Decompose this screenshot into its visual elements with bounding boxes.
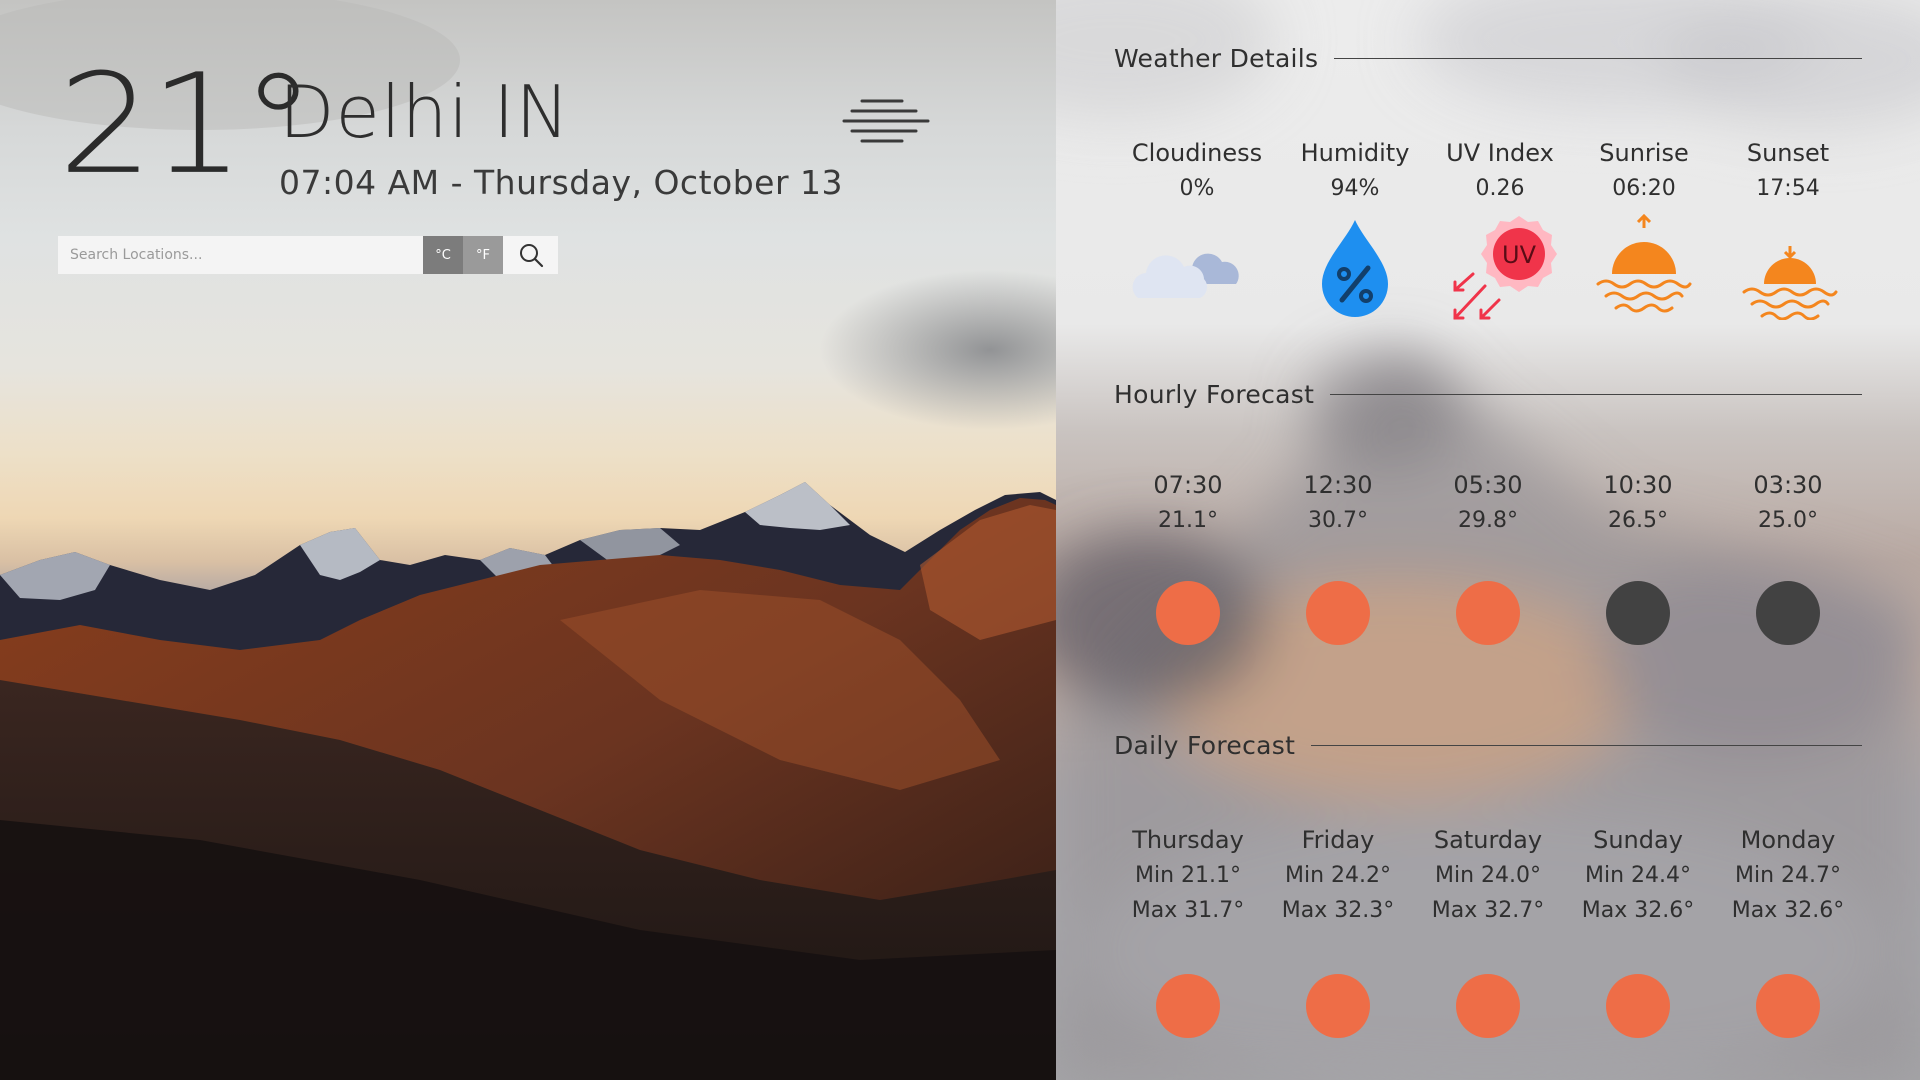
hourly-temp: 25.0°	[1758, 508, 1818, 533]
daily-day: Monday	[1740, 826, 1836, 854]
hourly-time: 10:30	[1603, 471, 1673, 499]
fahrenheit-button[interactable]: °F	[463, 236, 503, 274]
daily-max: Max 32.6°	[1581, 898, 1695, 923]
hourly-forecast-header: Hourly Forecast	[1114, 380, 1862, 409]
detail-label: Cloudiness	[1131, 139, 1263, 167]
weather-panel: Weather Details Cloudiness 0% Humidity 9…	[1056, 0, 1920, 1080]
daily-min: Min 24.4°	[1584, 863, 1691, 888]
daily-min: Min 24.2°	[1284, 863, 1391, 888]
hourly-temp: 26.5°	[1608, 508, 1668, 533]
hourly-item: 12:30 30.7°	[1263, 473, 1413, 532]
cloud-icon	[1132, 253, 1239, 298]
detail-value: 0%	[1179, 176, 1215, 201]
hourly-time: 05:30	[1453, 471, 1523, 499]
hourly-night-icon	[1756, 581, 1820, 645]
current-temperature: 21°	[58, 44, 316, 206]
hourly-item: 03:30 25.0°	[1713, 473, 1863, 532]
section-title: Weather Details	[1114, 44, 1319, 73]
hourly-day-icon	[1306, 581, 1370, 645]
search-input[interactable]	[58, 236, 423, 274]
weather-details-header: Weather Details	[1114, 44, 1862, 73]
section-title: Daily Forecast	[1114, 731, 1296, 760]
divider	[1334, 58, 1862, 59]
section-title: Hourly Forecast	[1114, 380, 1315, 409]
svg-text:UV: UV	[1502, 241, 1537, 269]
sunset-icon	[1742, 246, 1838, 320]
search-icon	[519, 244, 543, 268]
fog-haze-icon	[842, 99, 930, 143]
daily-day: Thursday	[1132, 826, 1244, 854]
hourly-temp: 21.1°	[1158, 508, 1218, 533]
daily-day: Sunday	[1593, 826, 1683, 854]
detail-label: Humidity	[1300, 139, 1410, 167]
detail-uv-index: UV Index 0.26	[1425, 141, 1575, 200]
daily-item: Thursday Min 21.1° Max 31.7°	[1113, 828, 1263, 922]
detail-value: 17:54	[1756, 176, 1820, 201]
humidity-drop-icon	[1322, 220, 1388, 317]
detail-label: UV Index	[1446, 139, 1554, 167]
daily-day: Friday	[1301, 826, 1375, 854]
hourly-temp: 30.7°	[1308, 508, 1368, 533]
daily-min: Min 24.0°	[1434, 863, 1541, 888]
detail-value: 0.26	[1475, 176, 1525, 201]
uv-sun-icon: UV	[1453, 216, 1557, 320]
detail-label: Sunrise	[1599, 139, 1689, 167]
hourly-item: 07:30 21.1°	[1113, 473, 1263, 532]
daily-max: Max 32.3°	[1281, 898, 1395, 923]
sunrise-icon	[1596, 214, 1692, 313]
detail-label: Sunset	[1746, 139, 1830, 167]
divider	[1311, 745, 1862, 746]
detail-cloudiness: Cloudiness 0%	[1122, 141, 1272, 200]
daily-item: Friday Min 24.2° Max 32.3°	[1263, 828, 1413, 922]
daily-weather-icon	[1456, 974, 1520, 1038]
daily-item: Sunday Min 24.4° Max 32.6°	[1563, 828, 1713, 922]
daily-weather-icon	[1156, 974, 1220, 1038]
hourly-item: 05:30 29.8°	[1413, 473, 1563, 532]
daily-min: Min 24.7°	[1734, 863, 1841, 888]
daily-item: Saturday Min 24.0° Max 32.7°	[1413, 828, 1563, 922]
daily-weather-icon	[1606, 974, 1670, 1038]
detail-humidity: Humidity 94%	[1280, 141, 1430, 200]
detail-sunset: Sunset 17:54	[1713, 141, 1863, 200]
hourly-night-icon	[1606, 581, 1670, 645]
divider	[1330, 394, 1862, 395]
search-bar: °C °F	[58, 236, 558, 274]
hourly-time: 07:30	[1153, 471, 1223, 499]
hourly-temp: 29.8°	[1458, 508, 1518, 533]
daily-item: Monday Min 24.7° Max 32.6°	[1713, 828, 1863, 922]
current-datetime: 07:04 AM - Thursday, October 13	[279, 163, 843, 202]
daily-max: Max 32.7°	[1431, 898, 1545, 923]
detail-value: 06:20	[1612, 176, 1676, 201]
location-name: Delhi IN	[279, 70, 571, 154]
hourly-day-icon	[1156, 581, 1220, 645]
hourly-time: 12:30	[1303, 471, 1373, 499]
search-button[interactable]	[503, 236, 558, 274]
daily-day: Saturday	[1433, 826, 1543, 854]
celsius-button[interactable]: °C	[423, 236, 463, 274]
daily-max: Max 31.7°	[1131, 898, 1245, 923]
daily-max: Max 32.6°	[1731, 898, 1845, 923]
hourly-item: 10:30 26.5°	[1563, 473, 1713, 532]
daily-weather-icon	[1306, 974, 1370, 1038]
daily-weather-icon	[1756, 974, 1820, 1038]
detail-sunrise: Sunrise 06:20	[1569, 141, 1719, 200]
detail-value: 94%	[1330, 176, 1380, 201]
daily-min: Min 21.1°	[1134, 863, 1241, 888]
hourly-day-icon	[1456, 581, 1520, 645]
hourly-time: 03:30	[1753, 471, 1823, 499]
background-photo: 21° Delhi IN 07:04 AM - Thursday, Octobe…	[0, 0, 1056, 1080]
daily-forecast-header: Daily Forecast	[1114, 731, 1862, 760]
